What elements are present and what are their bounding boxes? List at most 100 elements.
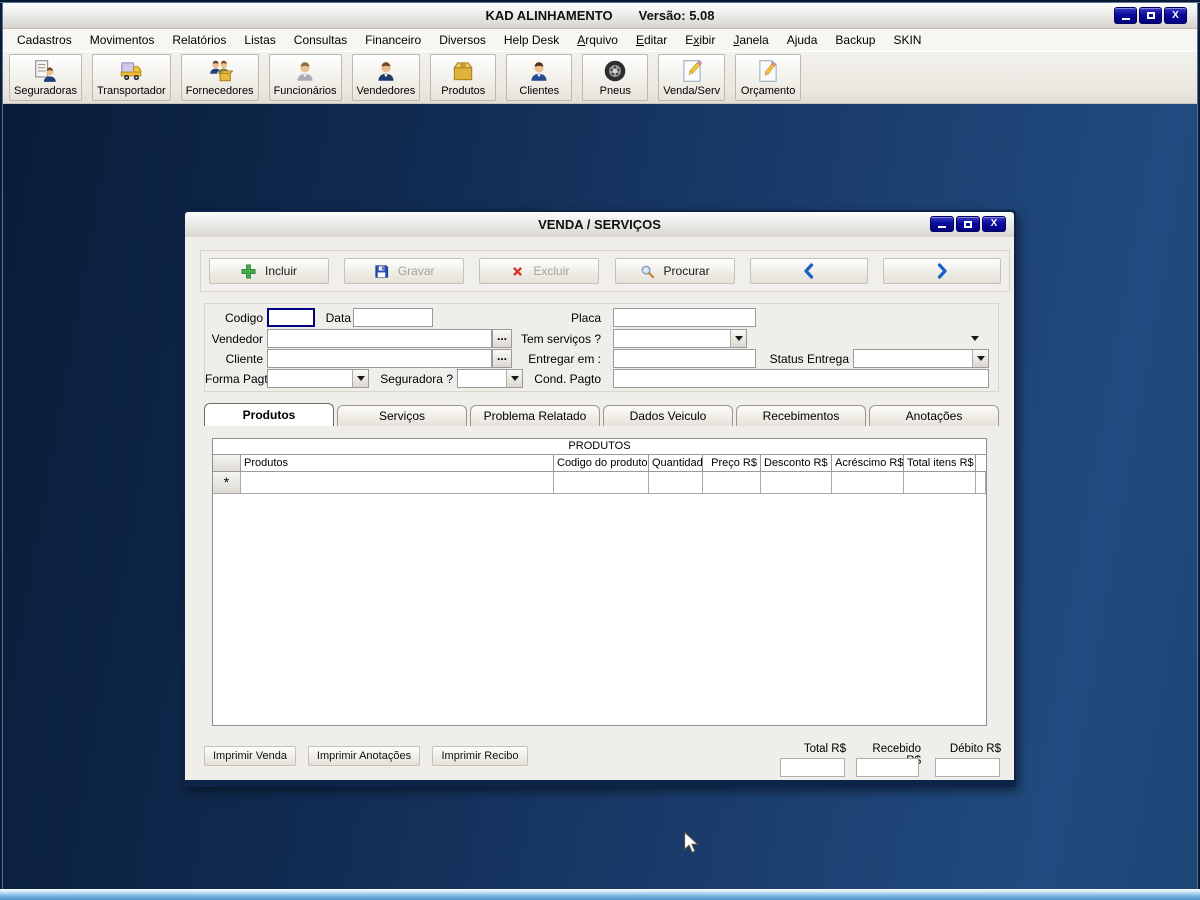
- toolbar-button-funcionarios[interactable]: Funcionários: [269, 54, 342, 101]
- toolbar-button-label: Transportador: [97, 85, 166, 97]
- dialog-close-button[interactable]: X: [982, 216, 1006, 232]
- toolbar-button-label: Venda/Serv: [663, 85, 720, 97]
- vendedor-label: Vendedor: [205, 330, 263, 348]
- toolbar-button-clientes[interactable]: Clientes: [506, 54, 572, 101]
- close-icon: X: [1172, 11, 1179, 21]
- dropdown-button[interactable]: [352, 370, 368, 387]
- cell-codigo-produto[interactable]: [554, 472, 649, 494]
- placa-input[interactable]: [613, 308, 756, 327]
- toolbar-button-seguradoras[interactable]: Seguradoras: [9, 54, 82, 101]
- debito-input[interactable]: [935, 758, 1000, 777]
- procurar-label: Procurar: [664, 264, 710, 278]
- dialog-maximize-button[interactable]: [956, 216, 980, 232]
- next-record-button[interactable]: [883, 258, 1001, 284]
- grid-new-row[interactable]: *: [213, 472, 986, 494]
- gravar-button[interactable]: Gravar: [344, 258, 464, 284]
- previous-record-button[interactable]: [750, 258, 868, 284]
- tab-produtos[interactable]: Produtos: [204, 403, 334, 426]
- menu-item-consultas[interactable]: Consultas: [285, 30, 356, 50]
- menu-item-exibir[interactable]: Exibir: [676, 30, 724, 50]
- cell-quantidade[interactable]: [649, 472, 703, 494]
- tab-problema-relatado[interactable]: Problema Relatado: [470, 405, 600, 426]
- mouse-cursor: [683, 831, 701, 857]
- excluir-button[interactable]: Excluir: [479, 258, 599, 284]
- menu-item-diversos[interactable]: Diversos: [430, 30, 495, 50]
- toolbar-button-pneus[interactable]: Pneus: [582, 54, 648, 101]
- dropdown-button[interactable]: [972, 350, 988, 367]
- entregar-em-input[interactable]: [613, 349, 756, 368]
- dialog-minimize-button[interactable]: [930, 216, 954, 232]
- dialog-titlebar: VENDA / SERVIÇOS X: [185, 212, 1014, 237]
- toolbar-button-transportador[interactable]: Transportador: [92, 54, 171, 101]
- total-label: Total R$: [780, 743, 846, 756]
- dropdown-button[interactable]: [967, 329, 983, 348]
- main-toolbar: Seguradoras Transportador Fornecedores F…: [3, 51, 1197, 104]
- extra-dropdown[interactable]: [961, 329, 983, 348]
- toolbar-button-produtos[interactable]: Produtos: [430, 54, 496, 101]
- cell-preco[interactable]: [703, 472, 761, 494]
- dialog-window-controls: X: [930, 216, 1006, 232]
- menu-item-relatorios[interactable]: Relatórios: [163, 30, 235, 50]
- menu-item-backup[interactable]: Backup: [826, 30, 884, 50]
- menu-item-ajuda[interactable]: Ajuda: [778, 30, 827, 50]
- data-input[interactable]: [353, 308, 433, 327]
- incluir-button[interactable]: Incluir: [209, 258, 329, 284]
- dialog-content: Incluir Gravar Excluir Procurar: [185, 237, 1014, 780]
- tab-servicos[interactable]: Serviços: [337, 405, 467, 426]
- menu-item-cadastros[interactable]: Cadastros: [8, 30, 81, 50]
- tab-recebimentos[interactable]: Recebimentos: [736, 405, 866, 426]
- tem-servicos-label: Tem serviços ?: [505, 330, 601, 348]
- toolbar-button-label: Produtos: [441, 85, 485, 97]
- menu-item-janela[interactable]: Janela: [724, 30, 777, 50]
- menu-item-listas[interactable]: Listas: [235, 30, 284, 50]
- total-input[interactable]: [780, 758, 845, 777]
- toolbar-button-label: Orçamento: [741, 85, 795, 97]
- tab-dados-veiculo[interactable]: Dados Veiculo: [603, 405, 733, 426]
- cell-acrescimo[interactable]: [832, 472, 904, 494]
- salesperson-icon: [373, 57, 399, 84]
- tab-anotacoes[interactable]: Anotações: [869, 405, 999, 426]
- menu-item-skin[interactable]: SKIN: [884, 30, 930, 50]
- forma-pagto-label: Forma Pagto: [205, 370, 263, 388]
- forma-pagto-combobox[interactable]: [267, 369, 369, 388]
- toolbar-button-label: Seguradoras: [14, 85, 77, 97]
- imprimir-recibo-button[interactable]: Imprimir Recibo: [432, 746, 528, 766]
- tem-servicos-combobox[interactable]: [613, 329, 747, 348]
- minimize-icon: [1122, 18, 1130, 20]
- menu-item-financeiro[interactable]: Financeiro: [356, 30, 430, 50]
- vendedor-input[interactable]: [267, 329, 492, 348]
- cell-desconto[interactable]: [761, 472, 832, 494]
- menu-item-editar[interactable]: Editar: [627, 30, 676, 50]
- cell-total-itens[interactable]: [904, 472, 976, 494]
- dropdown-button[interactable]: [730, 330, 746, 347]
- toolbar-button-orcamento[interactable]: Orçamento: [735, 54, 801, 101]
- toolbar-button-vendedores[interactable]: Vendedores: [352, 54, 421, 101]
- seguradora-value: [458, 370, 506, 387]
- toolbar-button-venda-serv[interactable]: Venda/Serv: [658, 54, 725, 101]
- cond-pagto-input[interactable]: [613, 369, 989, 388]
- produtos-grid: PRODUTOS Produtos Codigo do produto Quan…: [212, 438, 987, 726]
- imprimir-anotacoes-button[interactable]: Imprimir Anotações: [308, 746, 420, 766]
- data-label: Data: [319, 309, 351, 327]
- status-entrega-combobox[interactable]: [853, 349, 989, 368]
- minimize-button[interactable]: [1114, 7, 1137, 24]
- menu-item-arquivo[interactable]: Arquivo: [568, 30, 627, 50]
- excluir-label: Excluir: [533, 264, 569, 278]
- chevron-down-icon: [977, 356, 985, 361]
- toolbar-button-fornecedores[interactable]: Fornecedores: [181, 54, 259, 101]
- codigo-input[interactable]: [267, 308, 315, 327]
- recebido-input[interactable]: [856, 758, 919, 777]
- cliente-input[interactable]: [267, 349, 492, 368]
- procurar-button[interactable]: Procurar: [615, 258, 735, 284]
- grid-col-total-itens: Total itens R$: [904, 455, 976, 472]
- imprimir-venda-button[interactable]: Imprimir Venda: [204, 746, 296, 766]
- menu-item-helpdesk[interactable]: Help Desk: [495, 30, 568, 50]
- maximize-button[interactable]: [1139, 7, 1162, 24]
- sale-service-icon: [679, 57, 705, 84]
- close-button[interactable]: X: [1164, 7, 1187, 24]
- grid-col-preco: Preço R$: [703, 455, 761, 472]
- maximize-icon: [964, 221, 972, 228]
- menu-item-movimentos[interactable]: Movimentos: [81, 30, 164, 50]
- product-box-icon: [450, 57, 476, 84]
- cell-produtos[interactable]: [241, 472, 554, 494]
